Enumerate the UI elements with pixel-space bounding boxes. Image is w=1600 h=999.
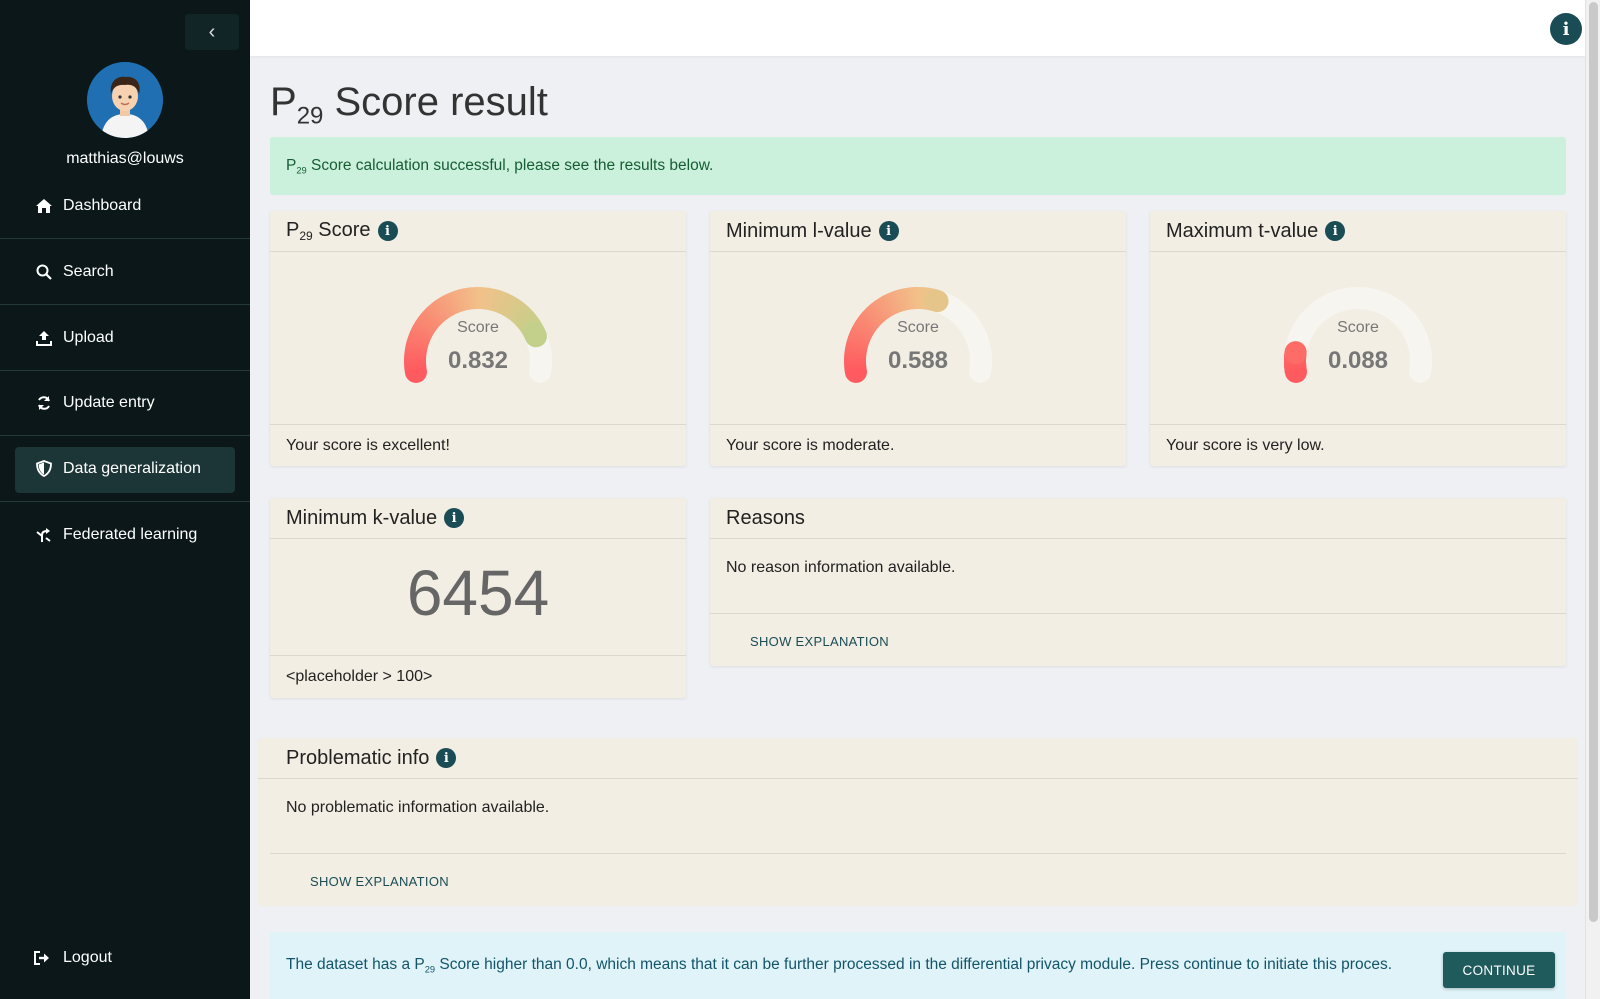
sidebar-item-label: Federated learning bbox=[63, 526, 198, 543]
scrollbar-thumb[interactable] bbox=[1589, 2, 1598, 922]
reasons-card: Reasons No reason information available.… bbox=[710, 498, 1566, 666]
sidebar-item-search[interactable]: Search bbox=[0, 239, 250, 305]
gauge-label: Score bbox=[457, 319, 499, 336]
t-value-card: Maximum t-value i Score 0.088 Your score… bbox=[1150, 211, 1566, 466]
sidebar: ‹ matthias@louws Dashboard Search Upload bbox=[0, 0, 250, 999]
top-bar: i bbox=[250, 0, 1585, 56]
sidebar-item-data-generalization[interactable]: Data generalization bbox=[0, 436, 250, 502]
card-title: Problematic info i bbox=[258, 738, 1578, 779]
gauge-label: Score bbox=[897, 319, 939, 336]
card-title: Maximum t-value i bbox=[1150, 211, 1566, 252]
sidebar-item-label: Update entry bbox=[63, 393, 155, 411]
avatar[interactable] bbox=[87, 62, 163, 138]
gauge-label: Score bbox=[1337, 319, 1379, 336]
sidebar-item-update-entry[interactable]: Update entry bbox=[0, 370, 250, 436]
gauge-fill-segment bbox=[923, 289, 949, 313]
card-footer: <placeholder > 100> bbox=[270, 655, 686, 698]
sidebar-item-label: Search bbox=[63, 262, 114, 280]
success-alert: P29 Score calculation successful, please… bbox=[270, 137, 1566, 195]
gauge-value: 0.588 bbox=[887, 347, 949, 374]
info-icon[interactable]: i bbox=[878, 221, 899, 241]
card-footer: Your score is very low. bbox=[1150, 424, 1566, 466]
card-title: Minimum l-value i bbox=[710, 211, 1126, 252]
card-title: Reasons bbox=[710, 498, 1566, 539]
l-value-card: Minimum l-value i Score 0.588 Your score… bbox=[710, 211, 1126, 466]
card-footer: Your score is excellent! bbox=[270, 424, 686, 466]
sidebar-item-label: Upload bbox=[63, 328, 114, 346]
refresh-icon bbox=[34, 393, 54, 413]
info-icon[interactable]: i bbox=[1325, 221, 1346, 241]
problematic-body: No problematic information available. bbox=[286, 799, 550, 816]
info-icon[interactable]: i bbox=[444, 508, 465, 528]
problematic-info-card: Problematic info i No problematic inform… bbox=[258, 738, 1578, 906]
info-icon: i bbox=[1562, 18, 1570, 40]
sidebar-item-dashboard[interactable]: Dashboard bbox=[0, 173, 250, 239]
sidebar-item-upload[interactable]: Upload bbox=[0, 305, 250, 371]
sidebar-item-label: Data generalization bbox=[63, 459, 201, 477]
info-alert: The dataset has a P29 Score higher than … bbox=[270, 932, 1566, 999]
scrollbar[interactable] bbox=[1585, 0, 1600, 999]
info-button[interactable]: i bbox=[1550, 13, 1582, 45]
sidebar-item-federated-learning[interactable]: Federated learning bbox=[0, 502, 250, 568]
k-value-card: Minimum k-value i 6454 <placeholder > 10… bbox=[270, 498, 686, 698]
search-icon bbox=[34, 262, 54, 282]
shield-icon bbox=[34, 459, 54, 479]
reasons-body: No reason information available. bbox=[726, 559, 956, 576]
username: matthias@louws bbox=[66, 150, 184, 167]
card-footer: Your score is moderate. bbox=[710, 424, 1126, 466]
card-title: Minimum k-value i bbox=[270, 498, 686, 539]
info-icon[interactable]: i bbox=[377, 221, 398, 241]
logout-label: Logout bbox=[63, 949, 112, 966]
sidebar-item-label: Dashboard bbox=[63, 196, 142, 214]
home-icon bbox=[34, 196, 54, 216]
sidebar-collapse-button[interactable]: ‹ bbox=[185, 14, 239, 50]
logout-icon bbox=[34, 951, 54, 965]
card-title: P29 Score i bbox=[270, 211, 686, 252]
k-value-number: 6454 bbox=[406, 557, 550, 629]
gauge-value: 0.832 bbox=[447, 347, 509, 374]
info-icon[interactable]: i bbox=[436, 748, 457, 768]
logout-button[interactable]: Logout bbox=[0, 938, 250, 978]
continue-button[interactable]: CONTINUE bbox=[1443, 952, 1555, 988]
branch-icon bbox=[34, 525, 54, 545]
chevron-left-icon: ‹ bbox=[208, 20, 216, 43]
p29-score-card: P29 Score i Score 0.832 Your score is ex… bbox=[270, 211, 686, 466]
upload-icon bbox=[34, 328, 54, 348]
show-explanation-button[interactable]: SHOW EXPLANATION bbox=[750, 634, 889, 649]
page-title: P29 Score result bbox=[270, 80, 548, 130]
gauge-value: 0.088 bbox=[1327, 347, 1389, 374]
show-explanation-button[interactable]: SHOW EXPLANATION bbox=[310, 874, 449, 889]
